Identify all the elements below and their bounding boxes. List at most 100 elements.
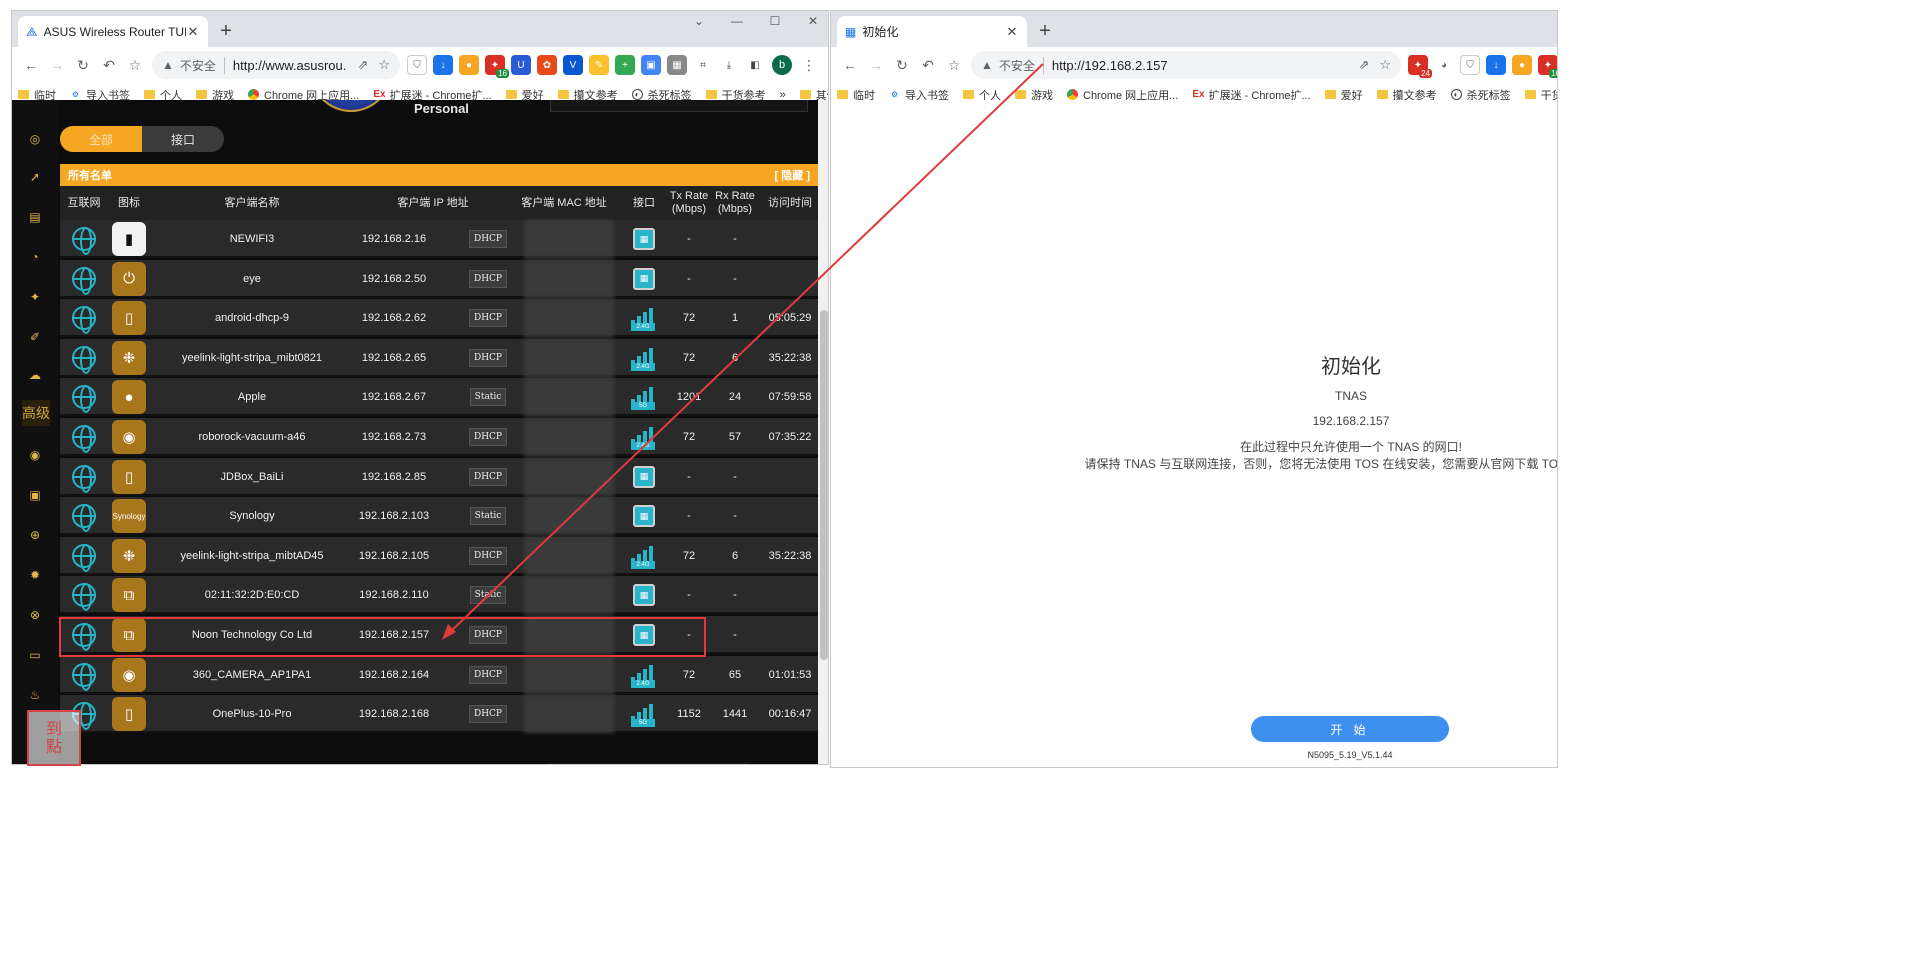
col-client-ip[interactable]: 客户端 IP 地址 (354, 186, 512, 220)
extension-feather-icon[interactable]: ✎ (589, 55, 609, 75)
table-row[interactable]: ▮ NEWIFI3 192.168.2.16 DHCP ▦ - - (60, 220, 818, 258)
devices-icon[interactable]: ⧉ (112, 618, 146, 652)
side-panel-icon[interactable]: ◧ (745, 55, 765, 75)
table-row[interactable]: ▯ OnePlus-10-Pro 192.168.2.168 DHCP 5G 1152 14… (60, 695, 818, 734)
sidebar-game-icon[interactable]: ✦ (26, 288, 44, 306)
back-icon[interactable]: ← (837, 52, 863, 78)
tab-close-icon[interactable]: ✕ (186, 24, 200, 40)
sidebar-globe-icon[interactable]: ⊕ (26, 526, 44, 544)
sidebar-wireless-icon[interactable]: ◎ (26, 130, 44, 148)
internet-globe-icon[interactable] (72, 543, 96, 572)
sidebar-sun-icon[interactable]: ✹ (26, 566, 44, 584)
undo-icon[interactable]: ↶ (915, 52, 941, 78)
view-toggle[interactable]: 全部 接口 (60, 126, 224, 152)
tab-tnas-init[interactable]: ▦ 初始化 ✕ (837, 16, 1027, 47)
forward-icon[interactable]: → (863, 52, 889, 78)
bookmark-star-icon[interactable]: ☆ (941, 52, 967, 78)
internet-globe-icon[interactable] (72, 623, 96, 651)
minimize-button[interactable]: — (718, 13, 756, 29)
close-window-button[interactable]: ✕ (794, 13, 828, 29)
sidebar-cloud-icon[interactable]: ☁ (26, 366, 44, 384)
hide-link[interactable]: [ 隐藏 ] (775, 167, 810, 183)
sidebar-tool-icon[interactable]: ✐ (26, 328, 44, 346)
client-name[interactable]: yeelink-light-stripa_mibt0821 (150, 339, 354, 377)
client-name[interactable]: OnePlus-10-Pro (150, 695, 354, 733)
col-icon[interactable]: 图标 (108, 186, 150, 220)
client-name[interactable]: NEWIFI3 (150, 220, 354, 258)
extension-plus-icon[interactable]: + (615, 55, 635, 75)
extension-shield-icon[interactable]: ⛉ (1460, 55, 1480, 75)
col-internet[interactable]: 互联网 (60, 186, 108, 220)
col-client-mac[interactable]: 客户端 MAC 地址 (512, 186, 616, 220)
maximize-button[interactable]: ☐ (756, 13, 794, 29)
extension-pin2-icon[interactable]: ✦16 (1538, 55, 1557, 78)
internet-globe-icon[interactable] (72, 464, 96, 493)
table-row[interactable]: ❉ yeelink-light-stripa_mibt0821 192.168.2.… (60, 338, 818, 377)
smart-bulb-icon[interactable]: ❉ (112, 340, 146, 375)
col-interface[interactable]: 接口 (628, 186, 660, 220)
new-tab-button[interactable]: + (1033, 19, 1057, 43)
share-icon[interactable]: ⇗ (357, 57, 368, 73)
extension-pin-icon[interactable]: ✦ 16 (485, 55, 509, 78)
reload-icon[interactable]: ↻ (70, 52, 96, 78)
sidebar-network-icon[interactable]: ▤ (26, 208, 44, 226)
table-row[interactable]: ⧉ Noon Technology Co Ltd 192.168.2.157 DHCP… (60, 616, 818, 654)
internet-globe-icon[interactable] (72, 385, 96, 414)
address-bar[interactable]: ▲ 不安全 http://www.asusrou... ⇗ ☆ (152, 51, 400, 79)
extension-cookie-icon[interactable]: ● (459, 55, 479, 75)
internet-globe-icon[interactable] (72, 345, 96, 374)
extension-puzzle-icon[interactable]: ✿ (537, 55, 557, 75)
star-icon[interactable]: ☆ (378, 57, 390, 73)
extension-cookie-icon[interactable]: ● (1512, 55, 1532, 75)
tab-close-icon[interactable]: ✕ (1005, 24, 1019, 40)
scrollbar-thumb[interactable] (820, 310, 828, 660)
extension-shield-icon[interactable]: ⛉ (407, 55, 427, 75)
client-name[interactable]: Noon Technology Co Ltd (150, 616, 354, 654)
internet-globe-icon[interactable] (72, 504, 96, 533)
col-tx-rate[interactable]: Tx Rate (Mbps) (664, 186, 714, 220)
sidebar-screen-icon[interactable]: ▣ (26, 486, 44, 504)
col-client-name[interactable]: 客户端名称 (150, 186, 354, 220)
sidebar-world-icon[interactable]: ⊗ (26, 606, 44, 624)
extension-v-icon[interactable]: V (563, 55, 583, 75)
table-row[interactable]: Synology Synology 192.168.2.103 Static ▦ - - (60, 497, 818, 536)
col-access-time[interactable]: 访问时间 (762, 186, 818, 220)
profile-avatar[interactable]: b (772, 55, 792, 75)
internet-globe-icon[interactable] (72, 266, 96, 295)
share-icon[interactable]: ⇗ (1358, 57, 1369, 73)
sidebar-fire-icon[interactable]: ♨ (26, 686, 44, 704)
client-name[interactable]: Synology (150, 497, 354, 535)
url-text[interactable]: http://192.168.2.157 (1052, 58, 1349, 73)
table-row[interactable]: ◉ roborock-vacuum-a46 192.168.2.73 DHCP 2.4G… (60, 418, 818, 456)
phone-icon[interactable]: ▯ (112, 459, 146, 494)
col-rx-rate[interactable]: Rx Rate (Mbps) (710, 186, 760, 220)
internet-globe-icon[interactable] (72, 662, 96, 691)
table-row[interactable]: ◉ 360_CAMERA_AP1PA1 192.168.2.164 DHCP 2.4G 7… (60, 655, 818, 694)
camera-icon[interactable]: ◉ (112, 420, 146, 454)
start-button[interactable]: 开 始 (1251, 716, 1449, 742)
new-tab-button[interactable]: + (214, 19, 238, 43)
extension-download-icon[interactable]: ↓ (1486, 55, 1506, 75)
star-icon[interactable]: ☆ (1379, 57, 1391, 73)
table-row[interactable]: ❉ yeelink-light-stripa_mibtAD45 192.168.2.… (60, 536, 818, 575)
back-icon[interactable]: ← (18, 52, 44, 78)
sidebar-feed-icon[interactable]: ◉ (26, 446, 44, 464)
sidebar-rocket-icon[interactable]: ➚ (26, 168, 44, 186)
apple-icon[interactable]: ● (112, 380, 146, 415)
url-text[interactable]: http://www.asusrou... (233, 58, 348, 73)
camera-icon[interactable]: ◉ (112, 657, 146, 692)
download-icon[interactable]: ⤓ (719, 55, 739, 75)
internet-globe-icon[interactable] (72, 583, 96, 612)
table-row[interactable]: ⧉ 02:11:32:2D:E0:CD 192.168.2.110 Static ▦ - - (60, 576, 818, 615)
extension-pin-icon[interactable]: ✦ 24 (1408, 55, 1432, 78)
extension-screen-icon[interactable]: ▣ (641, 55, 661, 75)
phone-icon[interactable]: ▯ (112, 301, 146, 336)
smart-bulb-icon[interactable]: ❉ (112, 538, 146, 573)
extension-grid-icon[interactable]: ▦ (667, 55, 687, 75)
monitor-icon[interactable]: ⏻ (112, 261, 146, 296)
synology-icon[interactable]: Synology (112, 499, 146, 534)
undo-icon[interactable]: ↶ (96, 52, 122, 78)
table-row[interactable]: ▯ JDBox_BaiLi 192.168.2.85 DHCP ▦ - - (60, 457, 818, 496)
menu-icon[interactable]: ⋮ (796, 52, 822, 78)
bookmarks-overflow[interactable]: » (780, 89, 786, 101)
